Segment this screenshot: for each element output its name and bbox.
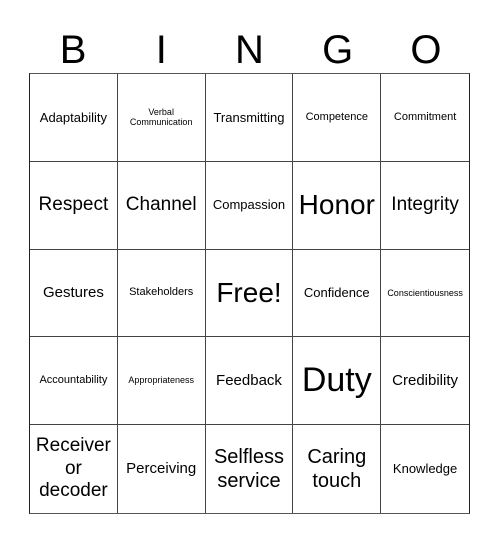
bingo-cell[interactable]: Competence	[293, 74, 382, 162]
bingo-cell[interactable]: Duty	[293, 337, 382, 426]
bingo-cell[interactable]: Gestures	[30, 249, 118, 338]
bingo-cell[interactable]: Appropriateness	[117, 337, 206, 426]
bingo-cell[interactable]: Stakeholders	[117, 249, 206, 338]
header-letter-o: O	[410, 28, 442, 72]
bingo-cell[interactable]: Confidence	[293, 249, 382, 338]
bingo-cell[interactable]: Adaptability	[30, 74, 118, 162]
bingo-header: B I N G O	[29, 28, 470, 73]
bingo-cell[interactable]: Selfless service	[206, 425, 294, 513]
bingo-cell[interactable]: Perceiving	[118, 425, 206, 513]
bingo-cell[interactable]: Verbal Communication	[117, 74, 206, 162]
header-letter-g: G	[322, 28, 354, 72]
header-letter-i: I	[155, 28, 167, 72]
bingo-cell[interactable]: Respect	[30, 161, 118, 250]
bingo-cell[interactable]: Feedback	[205, 337, 294, 426]
bingo-cell[interactable]: Integrity	[381, 162, 469, 250]
bingo-cell[interactable]: Commitment	[381, 74, 469, 162]
bingo-cell[interactable]: Transmitting	[205, 74, 294, 162]
bingo-cell[interactable]: Compassion	[205, 161, 294, 250]
bingo-cell[interactable]: Accountability	[30, 337, 118, 426]
bingo-cell[interactable]: Knowledge	[381, 425, 469, 513]
bingo-cell[interactable]: Honor	[293, 161, 382, 250]
header-letter-n: N	[235, 28, 264, 72]
bingo-cell[interactable]: Credibility	[381, 337, 469, 426]
bingo-cell[interactable]: Channel	[117, 161, 206, 250]
header-letter-b: B	[59, 28, 87, 72]
bingo-cell[interactable]: Conscientiousness	[381, 250, 469, 338]
bingo-cell[interactable]: Caring touch	[293, 425, 382, 513]
bingo-card-grid: Adaptability Verbal Communication Transm…	[29, 73, 470, 514]
bingo-free-space[interactable]: Free!	[205, 249, 294, 338]
bingo-cell[interactable]: Receiver or decoder	[30, 425, 118, 513]
